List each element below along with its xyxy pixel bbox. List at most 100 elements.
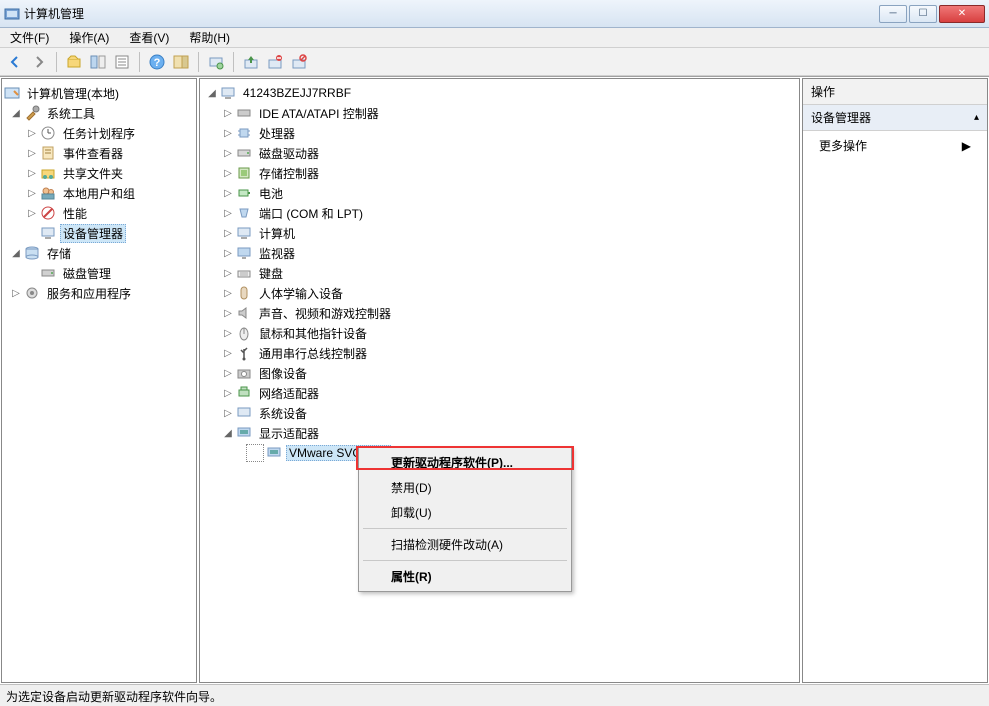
collapse-icon[interactable]: ◢ (10, 107, 22, 119)
expand-icon[interactable]: ▷ (222, 287, 234, 299)
menu-action[interactable]: 操作(A) (63, 27, 115, 48)
performance-icon (40, 205, 56, 221)
tree-task-scheduler[interactable]: ▷ 任务计划程序 (4, 123, 194, 143)
action-pane-button[interactable] (170, 51, 192, 73)
statusbar: 为选定设备启动更新驱动程序软件向导。 (0, 684, 989, 706)
device-system[interactable]: ▷系统设备 (202, 403, 797, 423)
collapse-icon[interactable]: ▴ (974, 112, 979, 123)
expand-icon[interactable]: ▷ (222, 127, 234, 139)
collapse-icon[interactable]: ◢ (206, 87, 218, 99)
menu-scan-hardware[interactable]: 扫描检测硬件改动(A) (361, 532, 569, 557)
menu-file[interactable]: 文件(F) (4, 27, 55, 48)
menu-uninstall[interactable]: 卸载(U) (361, 500, 569, 525)
device-display[interactable]: ◢显示适配器 (202, 423, 797, 443)
device-sound[interactable]: ▷声音、视频和游戏控制器 (202, 303, 797, 323)
device-imaging[interactable]: ▷图像设备 (202, 363, 797, 383)
device-usb[interactable]: ▷通用串行总线控制器 (202, 343, 797, 363)
tree-performance[interactable]: ▷ 性能 (4, 203, 194, 223)
expand-icon[interactable]: ▷ (26, 127, 38, 139)
tree-root-computer-management[interactable]: 计算机管理(本地) (4, 83, 194, 103)
tree-shared-folders[interactable]: ▷ 共享文件夹 (4, 163, 194, 183)
usb-icon (236, 345, 252, 361)
device-label: 人体学输入设备 (256, 284, 346, 303)
tree-label: 磁盘管理 (60, 264, 114, 283)
users-icon (40, 185, 56, 201)
tree-label: 计算机管理(本地) (24, 84, 122, 103)
actions-section-label: 设备管理器 (811, 109, 871, 126)
expand-icon[interactable]: ▷ (222, 147, 234, 159)
expand-icon[interactable]: ▷ (222, 307, 234, 319)
expand-icon[interactable]: ▷ (222, 327, 234, 339)
properties-button[interactable] (111, 51, 133, 73)
tree-label: 本地用户和组 (60, 184, 138, 203)
expand-icon[interactable]: ▷ (222, 267, 234, 279)
actions-more[interactable]: 更多操作 ▶ (803, 131, 987, 160)
forward-button[interactable] (28, 51, 50, 73)
expand-icon[interactable]: ▷ (222, 167, 234, 179)
up-button[interactable] (63, 51, 85, 73)
tree-storage[interactable]: ◢ 存储 (4, 243, 194, 263)
device-battery[interactable]: ▷电池 (202, 183, 797, 203)
tree-system-tools[interactable]: ◢ 系统工具 (4, 103, 194, 123)
expand-icon[interactable]: ▷ (222, 387, 234, 399)
device-cpu[interactable]: ▷处理器 (202, 123, 797, 143)
menu-view[interactable]: 查看(V) (123, 27, 175, 48)
expand-icon[interactable]: ▷ (222, 407, 234, 419)
update-driver-button[interactable] (240, 51, 262, 73)
maximize-button[interactable]: ☐ (909, 5, 937, 23)
menu-help[interactable]: 帮助(H) (183, 27, 236, 48)
system-device-icon (236, 405, 252, 421)
device-storctrl[interactable]: ▷存储控制器 (202, 163, 797, 183)
uninstall-button[interactable] (264, 51, 286, 73)
tree-services-apps[interactable]: ▷ 服务和应用程序 (4, 283, 194, 303)
expand-icon[interactable]: ▷ (26, 187, 38, 199)
tree-device-manager[interactable]: 设备管理器 (4, 223, 194, 243)
device-label: 磁盘驱动器 (256, 144, 322, 163)
expand-icon[interactable]: ▷ (222, 207, 234, 219)
tree-disk-management[interactable]: 磁盘管理 (4, 263, 194, 283)
expand-icon[interactable]: ▷ (222, 107, 234, 119)
device-ide[interactable]: ▷IDE ATA/ATAPI 控制器 (202, 103, 797, 123)
device-label: 端口 (COM 和 LPT) (256, 204, 366, 223)
tree-event-viewer[interactable]: ▷ 事件查看器 (4, 143, 194, 163)
device-mouse[interactable]: ▷ 鼠标和其他指针设备 (202, 323, 797, 343)
expand-icon[interactable]: ▷ (26, 207, 38, 219)
actions-section-title[interactable]: 设备管理器 ▴ (803, 105, 987, 131)
menu-properties[interactable]: 属性(R) (361, 564, 569, 589)
device-label: 鼠标和其他指针设备 (256, 324, 370, 343)
disable-button[interactable] (288, 51, 310, 73)
back-button[interactable] (4, 51, 26, 73)
tree-local-users[interactable]: ▷ 本地用户和组 (4, 183, 194, 203)
collapse-icon[interactable]: ◢ (10, 247, 22, 259)
device-computers[interactable]: ▷计算机 (202, 223, 797, 243)
svg-text:?: ? (154, 57, 161, 69)
expand-icon[interactable]: ▷ (222, 247, 234, 259)
expand-icon[interactable]: ▷ (26, 167, 38, 179)
toolbar-separator (198, 52, 199, 72)
tree-label: 任务计划程序 (60, 124, 138, 143)
expand-icon[interactable]: ▷ (222, 367, 234, 379)
titlebar: 计算机管理 ─ ☐ ✕ (0, 0, 989, 28)
show-hide-tree-button[interactable] (87, 51, 109, 73)
close-button[interactable]: ✕ (939, 5, 985, 23)
device-network[interactable]: ▷网络适配器 (202, 383, 797, 403)
expand-icon[interactable]: ▷ (10, 287, 22, 299)
menu-disable[interactable]: 禁用(D) (361, 475, 569, 500)
device-monitors[interactable]: ▷监视器 (202, 243, 797, 263)
expand-icon[interactable]: ▷ (26, 147, 38, 159)
device-root[interactable]: ◢ 41243BZEJJ7RRBF (202, 83, 797, 103)
menu-update-driver[interactable]: 更新驱动程序软件(P)... (361, 450, 569, 475)
expand-icon[interactable]: ▷ (222, 187, 234, 199)
minimize-button[interactable]: ─ (879, 5, 907, 23)
network-icon (236, 385, 252, 401)
imaging-icon (236, 365, 252, 381)
device-ports[interactable]: ▷ 端口 (COM 和 LPT) (202, 203, 797, 223)
device-hid[interactable]: ▷ 人体学输入设备 (202, 283, 797, 303)
scan-hardware-button[interactable] (205, 51, 227, 73)
expand-icon[interactable]: ▷ (222, 347, 234, 359)
help-button[interactable]: ? (146, 51, 168, 73)
collapse-icon[interactable]: ◢ (222, 427, 234, 439)
expand-icon[interactable]: ▷ (222, 227, 234, 239)
device-diskdrv[interactable]: ▷ 磁盘驱动器 (202, 143, 797, 163)
device-keyboards[interactable]: ▷键盘 (202, 263, 797, 283)
